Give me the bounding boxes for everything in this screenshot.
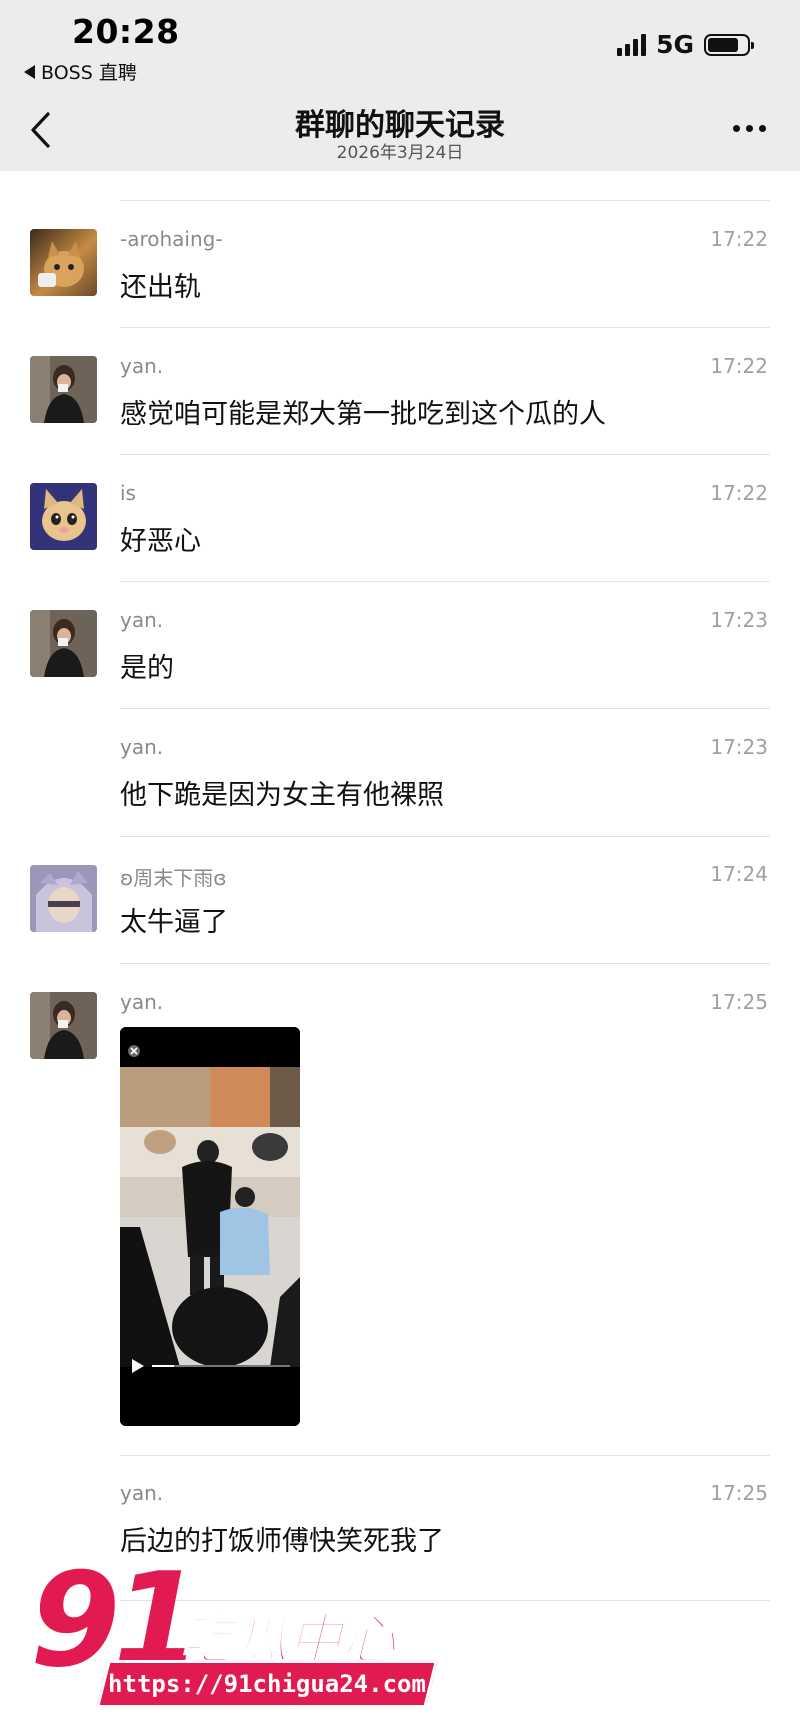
watermark-url: https://91chigua24.com [108, 1670, 426, 1698]
message-text: 是的 [120, 653, 174, 684]
back-app-label: BOSS 直聘 [41, 62, 137, 84]
sender-name: -arohaing- [120, 227, 223, 251]
status-indicators: 5G [617, 30, 754, 59]
divider [120, 963, 770, 964]
message-text: 好恶心 [120, 526, 201, 557]
message-time: 17:25 [710, 1481, 768, 1505]
back-triangle-icon [24, 64, 35, 79]
sender-name: yan. [120, 735, 164, 759]
divider [120, 327, 770, 328]
sender-name: yan. [120, 990, 164, 1014]
signal-icon [617, 33, 647, 56]
status-time: 20:28 [72, 12, 180, 51]
sender-name: yan. [120, 354, 164, 378]
girl-photo-avatar[interactable] [30, 610, 97, 677]
message-time: 17:23 [710, 608, 768, 632]
divider [120, 708, 770, 709]
message-time: 17:24 [710, 862, 768, 886]
back-to-app-link[interactable]: BOSS 直聘 [24, 58, 137, 85]
more-options-icon[interactable] [733, 125, 766, 132]
divider [120, 1455, 770, 1456]
divider [120, 454, 770, 455]
cat-avatar[interactable] [30, 229, 97, 296]
message-text: 他下跪是因为女主有他裸照 [120, 780, 444, 811]
top-bar: 20:28 BOSS 直聘 5G 群聊的聊天记录 2026年3月24日 [0, 0, 800, 171]
sender-name: yan. [120, 1481, 164, 1505]
sender-name: yan. [120, 608, 164, 632]
sender-name: is [120, 481, 136, 505]
message-text: 太牛逼了 [120, 907, 228, 938]
anime-avatar[interactable] [30, 865, 97, 932]
message-text: 感觉咱可能是郑大第一批吃到这个瓜的人 [120, 399, 606, 430]
message-time: 17:23 [710, 735, 768, 759]
close-video-icon [128, 1045, 140, 1057]
girl-photo-avatar[interactable] [30, 356, 97, 423]
girl-photo-avatar[interactable] [30, 992, 97, 1059]
message-time: 17:22 [710, 227, 768, 251]
watermark-url-banner: https://91chigua24.com [96, 1660, 438, 1708]
divider [120, 836, 770, 837]
kitten-avatar[interactable] [30, 483, 97, 550]
message-text: 还出轨 [120, 272, 201, 303]
video-message[interactable] [120, 1027, 300, 1426]
message-time: 17:25 [710, 990, 768, 1014]
divider [120, 581, 770, 582]
battery-icon [704, 33, 754, 56]
site-watermark: 91 吃瓜中心 https://91chigua24.com [30, 1555, 438, 1715]
network-label: 5G [656, 30, 694, 59]
page-date: 2026年3月24日 [336, 143, 464, 163]
message-time: 17:22 [710, 354, 768, 378]
message-time: 17:22 [710, 481, 768, 505]
divider [120, 200, 770, 201]
sender-name: ʚ周末下雨ɞ [120, 866, 227, 890]
